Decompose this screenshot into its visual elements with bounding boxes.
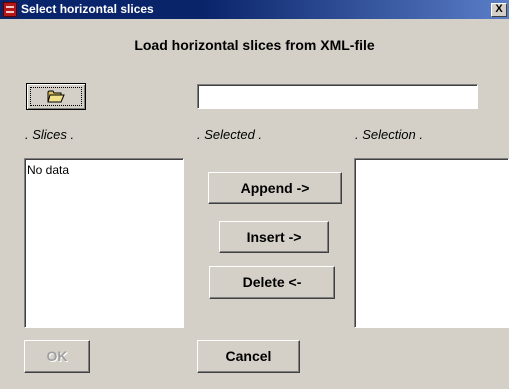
open-folder-icon — [47, 90, 65, 103]
insert-button[interactable]: Insert -> — [219, 221, 329, 253]
cancel-button[interactable]: Cancel — [197, 340, 300, 373]
open-file-button[interactable] — [26, 83, 86, 110]
close-button[interactable]: X — [491, 3, 507, 17]
dialog-heading: Load horizontal slices from XML-file — [134, 37, 375, 53]
slices-label: . Slices . — [25, 127, 75, 142]
selection-label: . Selection . — [355, 127, 423, 142]
selected-label: . Selected . — [197, 127, 263, 142]
delete-button[interactable]: Delete <- — [209, 266, 335, 299]
ok-button[interactable]: OK — [24, 340, 90, 373]
append-button[interactable]: Append -> — [208, 172, 342, 204]
selection-listbox[interactable] — [354, 158, 509, 328]
list-item[interactable]: No data — [25, 159, 183, 177]
window-title: Select horizontal slices — [21, 2, 154, 16]
app-icon — [3, 2, 17, 17]
title-bar: Select horizontal slices X — [0, 0, 509, 19]
file-path-input[interactable] — [197, 84, 478, 109]
close-icon: X — [495, 3, 503, 15]
slices-listbox[interactable]: No data — [24, 158, 184, 328]
